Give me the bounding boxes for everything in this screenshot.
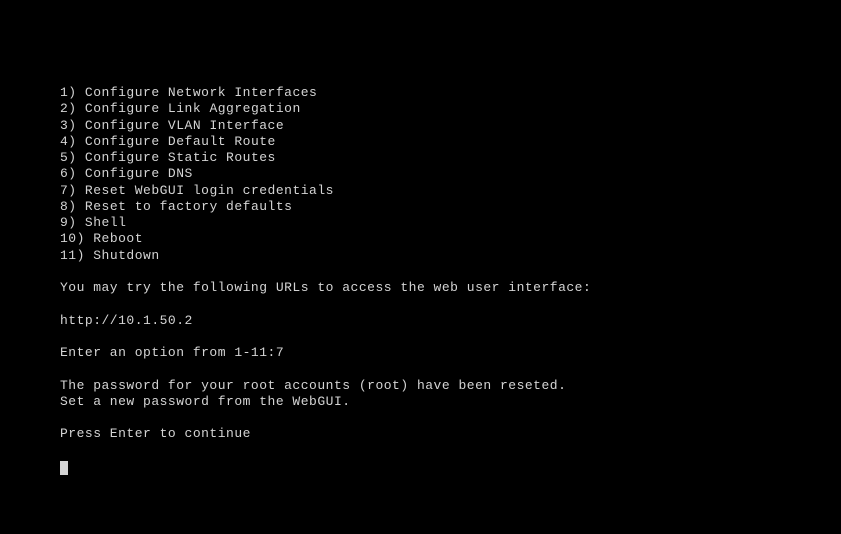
menu-num: 6): [60, 166, 77, 181]
menu-item-3: 3) Configure VLAN Interface: [60, 118, 841, 134]
blank-line: [60, 361, 841, 377]
menu-num: 5): [60, 150, 77, 165]
menu-item-5: 5) Configure Static Routes: [60, 150, 841, 166]
menu-num: 1): [60, 85, 77, 100]
menu-item-8: 8) Reset to factory defaults: [60, 199, 841, 215]
option-prompt-line[interactable]: Enter an option from 1-11: 7: [60, 345, 841, 361]
option-prompt-value: 7: [276, 345, 284, 361]
cursor-icon: [60, 461, 68, 475]
webgui-url: http://10.1.50.2: [60, 313, 841, 329]
menu-label: Configure DNS: [85, 166, 193, 181]
menu-item-4: 4) Configure Default Route: [60, 134, 841, 150]
option-prompt-label: Enter an option from 1-11:: [60, 345, 276, 361]
menu-item-10: 10) Reboot: [60, 231, 841, 247]
blank-line: [60, 264, 841, 280]
menu-num: 9): [60, 215, 77, 230]
menu-item-7: 7) Reset WebGUI login credentials: [60, 183, 841, 199]
menu-num: 7): [60, 183, 77, 198]
result-message-1: The password for your root accounts (roo…: [60, 378, 841, 394]
menu-label: Reset to factory defaults: [85, 199, 293, 214]
menu-label: Configure Network Interfaces: [85, 85, 317, 100]
menu-num: 11): [60, 248, 85, 263]
menu-label: Reboot: [93, 231, 143, 246]
console-menu: 1) Configure Network Interfaces 2) Confi…: [60, 85, 841, 264]
menu-label: Configure Link Aggregation: [85, 101, 301, 116]
blank-line: [60, 296, 841, 312]
menu-item-6: 6) Configure DNS: [60, 166, 841, 182]
menu-num: 8): [60, 199, 77, 214]
menu-label: Configure Default Route: [85, 134, 276, 149]
url-hint-text: You may try the following URLs to access…: [60, 280, 841, 296]
menu-label: Configure Static Routes: [85, 150, 276, 165]
cursor-line[interactable]: [60, 459, 841, 480]
menu-label: Configure VLAN Interface: [85, 118, 284, 133]
result-message-2: Set a new password from the WebGUI.: [60, 394, 841, 410]
menu-num: 10): [60, 231, 85, 246]
blank-line: [60, 329, 841, 345]
menu-item-11: 11) Shutdown: [60, 248, 841, 264]
menu-item-2: 2) Configure Link Aggregation: [60, 101, 841, 117]
menu-item-1: 1) Configure Network Interfaces: [60, 85, 841, 101]
blank-line: [60, 443, 841, 459]
menu-num: 3): [60, 118, 77, 133]
blank-line: [60, 410, 841, 426]
menu-label: Reset WebGUI login credentials: [85, 183, 334, 198]
menu-label: Shutdown: [93, 248, 159, 263]
menu-num: 4): [60, 134, 77, 149]
menu-item-9: 9) Shell: [60, 215, 841, 231]
continue-prompt[interactable]: Press Enter to continue: [60, 426, 841, 442]
menu-label: Shell: [85, 215, 127, 230]
menu-num: 2): [60, 101, 77, 116]
